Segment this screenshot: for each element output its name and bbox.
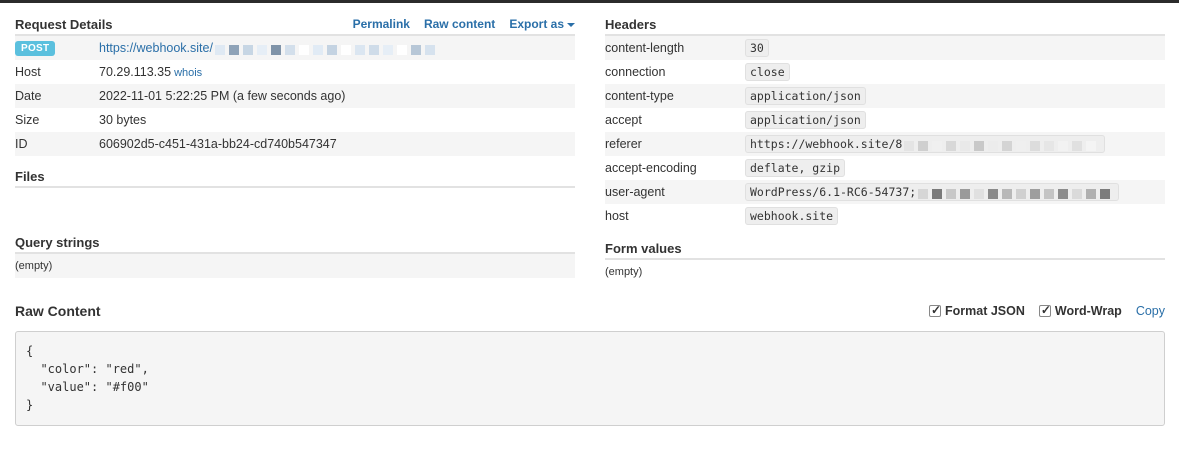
headers-header: Headers <box>605 14 1165 36</box>
word-wrap-label: Word-Wrap <box>1054 304 1122 318</box>
raw-content-options: Format JSON Word-Wrap Copy <box>929 303 1165 318</box>
request-url-link[interactable]: https://webhook.site/ <box>99 41 213 55</box>
header-name: accept-encoding <box>605 156 745 180</box>
header-value-cell: close <box>745 60 1165 84</box>
header-value-cell: deflate, gzip <box>745 156 1165 180</box>
table-row: content-type application/json <box>605 84 1165 108</box>
table-row: referer https://webhook.site/8 <box>605 132 1165 156</box>
header-value: 30 <box>745 39 769 57</box>
copy-button[interactable]: Copy <box>1136 304 1165 318</box>
redacted-referer <box>904 140 1100 151</box>
headers-table: content-length 30 connection close conte… <box>605 36 1165 228</box>
left-column: Request Details Permalink Raw content Ex… <box>15 14 575 278</box>
method-badge: POST <box>15 41 56 56</box>
table-row: content-length 30 <box>605 36 1165 60</box>
row-label: ID <box>15 132 99 156</box>
query-strings-empty: (empty) <box>15 254 575 278</box>
header-value-cell: 30 <box>745 36 1165 60</box>
header-name: referer <box>605 132 745 156</box>
format-json-toggle[interactable]: Format JSON <box>929 303 1025 318</box>
header-name: content-type <box>605 84 745 108</box>
right-column: Headers content-length 30 connection clo… <box>605 14 1165 284</box>
host-value-cell: 70.29.113.35 whois <box>99 60 575 84</box>
header-value-cell: https://webhook.site/8 <box>745 132 1165 156</box>
redacted-url <box>214 44 439 55</box>
permalink-link[interactable]: Permalink <box>353 17 410 31</box>
redacted-user-agent <box>918 188 1114 199</box>
referer-value-text: https://webhook.site/8 <box>750 137 903 151</box>
row-label: Date <box>15 84 99 108</box>
form-values-title: Form values <box>605 240 682 256</box>
header-value: application/json <box>745 87 866 105</box>
header-name: accept <box>605 108 745 132</box>
top-border <box>0 0 1179 3</box>
table-row: Size 30 bytes <box>15 108 575 132</box>
table-row: Host 70.29.113.35 whois <box>15 60 575 84</box>
files-body <box>15 188 575 224</box>
method-cell: POST <box>15 36 99 60</box>
query-strings-header: Query strings <box>15 232 575 254</box>
table-row: user-agent WordPress/6.1-RC6-54737; <box>605 180 1165 204</box>
raw-content-link[interactable]: Raw content <box>424 17 495 31</box>
header-value: close <box>745 63 790 81</box>
form-values-header: Form values <box>605 238 1165 260</box>
size-value: 30 bytes <box>99 108 575 132</box>
headers-title: Headers <box>605 16 657 32</box>
request-details-header: Request Details Permalink Raw content Ex… <box>15 14 575 36</box>
header-value-cell: WordPress/6.1-RC6-54737; <box>745 180 1165 204</box>
header-value-cell: webhook.site <box>745 204 1165 228</box>
request-details-table: POST https://webhook.site/ Host 70.29.11… <box>15 36 575 156</box>
table-row: host webhook.site <box>605 204 1165 228</box>
export-as-dropdown[interactable]: Export as <box>509 17 575 31</box>
table-row: POST https://webhook.site/ <box>15 36 575 60</box>
export-as-label: Export as <box>509 17 564 31</box>
header-value: WordPress/6.1-RC6-54737; <box>745 183 1120 201</box>
url-cell: https://webhook.site/ <box>99 36 575 60</box>
caret-down-icon <box>567 22 575 27</box>
request-actions: Permalink Raw content Export as <box>353 17 575 31</box>
header-value: deflate, gzip <box>745 159 846 177</box>
table-row: ID 606902d5-c451-431a-bb24-cd740b547347 <box>15 132 575 156</box>
header-name: content-length <box>605 36 745 60</box>
header-value-cell: application/json <box>745 84 1165 108</box>
id-value: 606902d5-c451-431a-bb24-cd740b547347 <box>99 132 575 156</box>
header-value-cell: application/json <box>745 108 1165 132</box>
date-value: 2022-11-01 5:22:25 PM (a few seconds ago… <box>99 84 575 108</box>
table-row: accept-encoding deflate, gzip <box>605 156 1165 180</box>
raw-content-body: { "color": "red", "value": "#f00" } <box>26 344 149 412</box>
table-row: Date 2022-11-01 5:22:25 PM (a few second… <box>15 84 575 108</box>
format-json-checkbox[interactable] <box>929 303 941 317</box>
header-name: host <box>605 204 745 228</box>
query-strings-title: Query strings <box>15 234 100 250</box>
raw-content-title: Raw Content <box>15 303 101 319</box>
request-details-title: Request Details <box>15 16 113 32</box>
word-wrap-toggle[interactable]: Word-Wrap <box>1038 303 1122 318</box>
files-header: Files <box>15 166 575 188</box>
whois-link[interactable]: whois <box>174 67 202 79</box>
raw-content-header: Raw Content Format JSON Word-Wrap Copy <box>15 298 1165 324</box>
table-row: accept application/json <box>605 108 1165 132</box>
row-label: Host <box>15 60 99 84</box>
raw-content-box[interactable]: { "color": "red", "value": "#f00" } <box>15 331 1165 426</box>
row-label: Size <box>15 108 99 132</box>
host-value: 70.29.113.35 <box>99 65 172 79</box>
table-row: connection close <box>605 60 1165 84</box>
format-json-label: Format JSON <box>945 304 1025 318</box>
header-name: connection <box>605 60 745 84</box>
form-values-empty: (empty) <box>605 260 1165 284</box>
header-name: user-agent <box>605 180 745 204</box>
header-value: https://webhook.site/8 <box>745 135 1106 153</box>
header-value: application/json <box>745 111 866 129</box>
word-wrap-checkbox[interactable] <box>1038 303 1051 317</box>
user-agent-value-text: WordPress/6.1-RC6-54737; <box>750 185 917 199</box>
header-value: webhook.site <box>745 207 839 225</box>
files-title: Files <box>15 168 45 184</box>
